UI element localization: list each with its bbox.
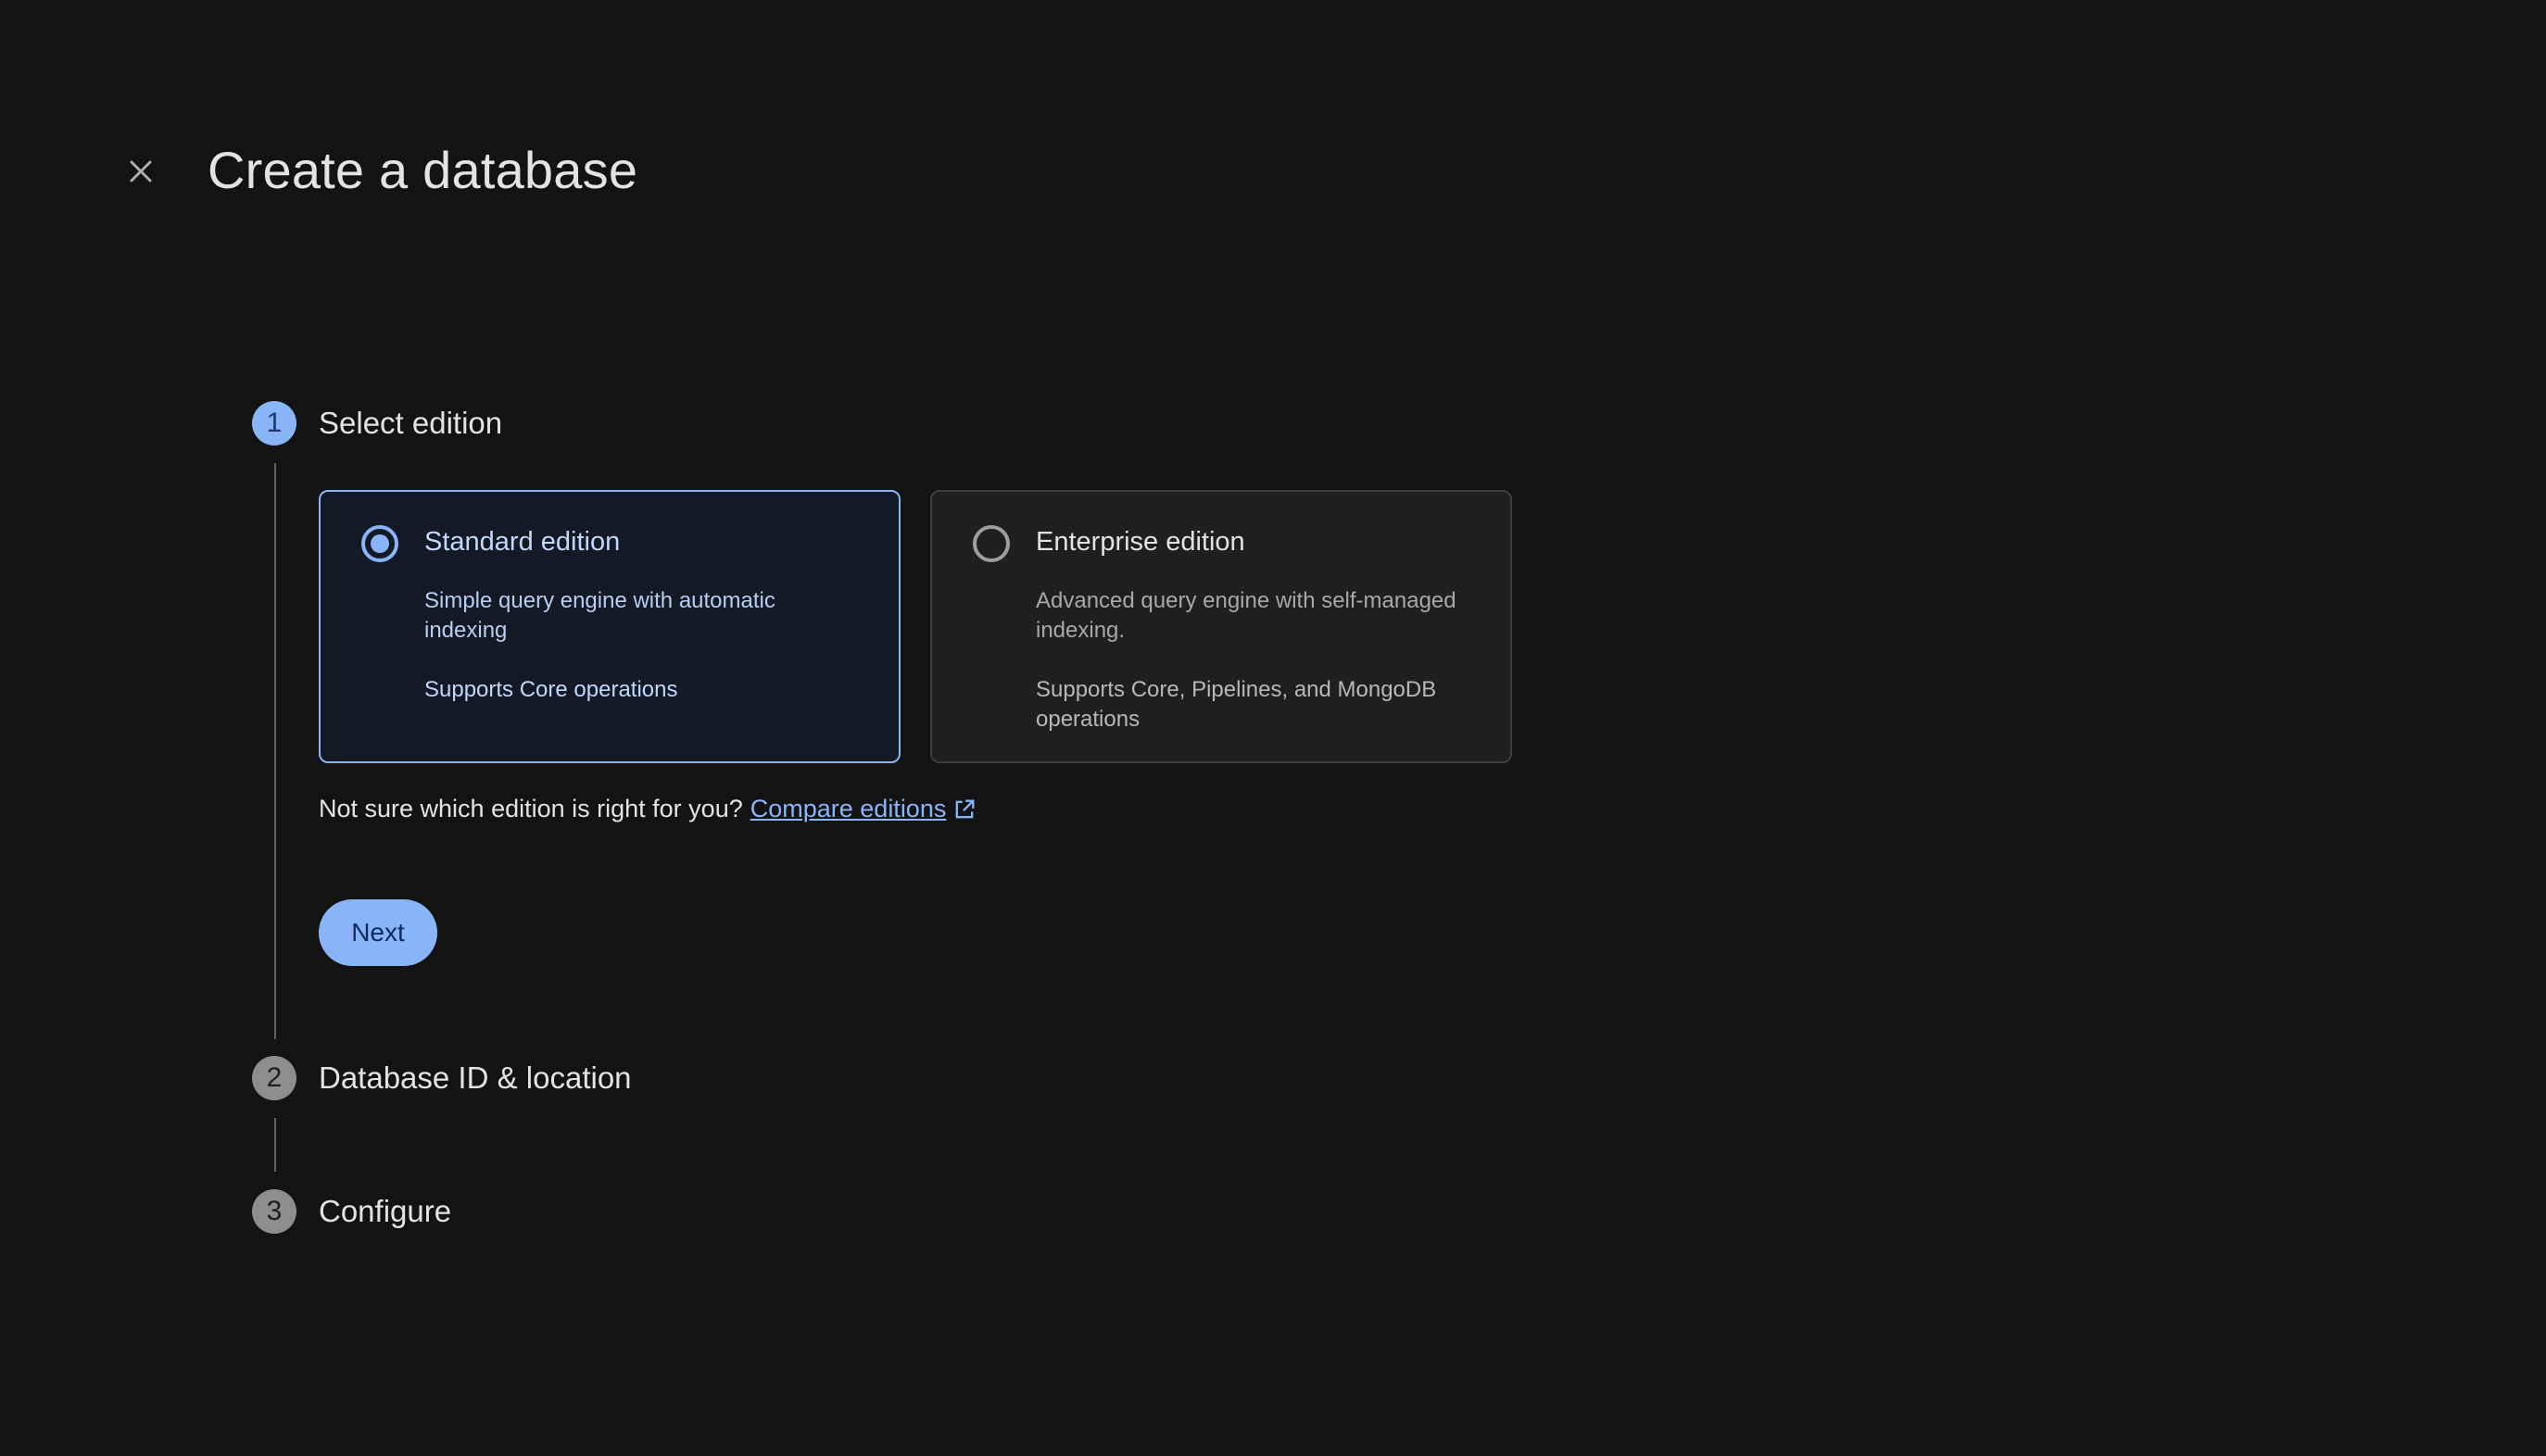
step-number-badge: 1 <box>252 401 296 446</box>
next-button[interactable]: Next <box>319 899 437 966</box>
edition-description: Simple query engine with automatic index… <box>424 588 775 643</box>
close-icon <box>130 160 152 182</box>
stepper-connector <box>274 1118 276 1172</box>
page-title: Create a database <box>208 141 638 199</box>
edition-title: Standard edition <box>424 527 621 557</box>
enterprise-edition-card[interactable]: Enterprise edition Advanced query engine… <box>930 490 1512 763</box>
edition-description: Advanced query engine with self-managed … <box>1036 588 1456 643</box>
compare-editions-hint: Not sure which edition is right for you?… <box>319 795 977 823</box>
step-number-badge: 2 <box>252 1056 296 1100</box>
edition-support: Supports Core, Pipelines, and MongoDB op… <box>1036 677 1437 732</box>
step-database-id-location[interactable]: 2 Database ID & location <box>252 1056 632 1100</box>
edition-title: Enterprise edition <box>1036 527 1245 557</box>
create-database-page: Create a database 1 Select edition Stand… <box>0 0 2546 1456</box>
stepper-connector <box>274 463 276 1039</box>
step-configure[interactable]: 3 Configure <box>252 1189 451 1234</box>
step-label: Configure <box>319 1194 452 1228</box>
step-select-edition[interactable]: 1 Select edition <box>252 401 502 446</box>
compare-prompt: Not sure which edition is right for you? <box>319 795 743 822</box>
close-button[interactable] <box>113 144 169 199</box>
step-number-badge: 3 <box>252 1189 296 1234</box>
enterprise-edition-radio[interactable] <box>973 525 1010 562</box>
standard-edition-radio[interactable] <box>361 525 398 562</box>
step-label: Select edition <box>319 406 503 440</box>
open-in-new-icon[interactable] <box>952 797 977 822</box>
step-label: Database ID & location <box>319 1061 632 1095</box>
edition-support: Supports Core operations <box>424 677 678 702</box>
compare-editions-link[interactable]: Compare editions <box>750 795 947 823</box>
standard-edition-card[interactable]: Standard edition Simple query engine wit… <box>319 490 901 763</box>
